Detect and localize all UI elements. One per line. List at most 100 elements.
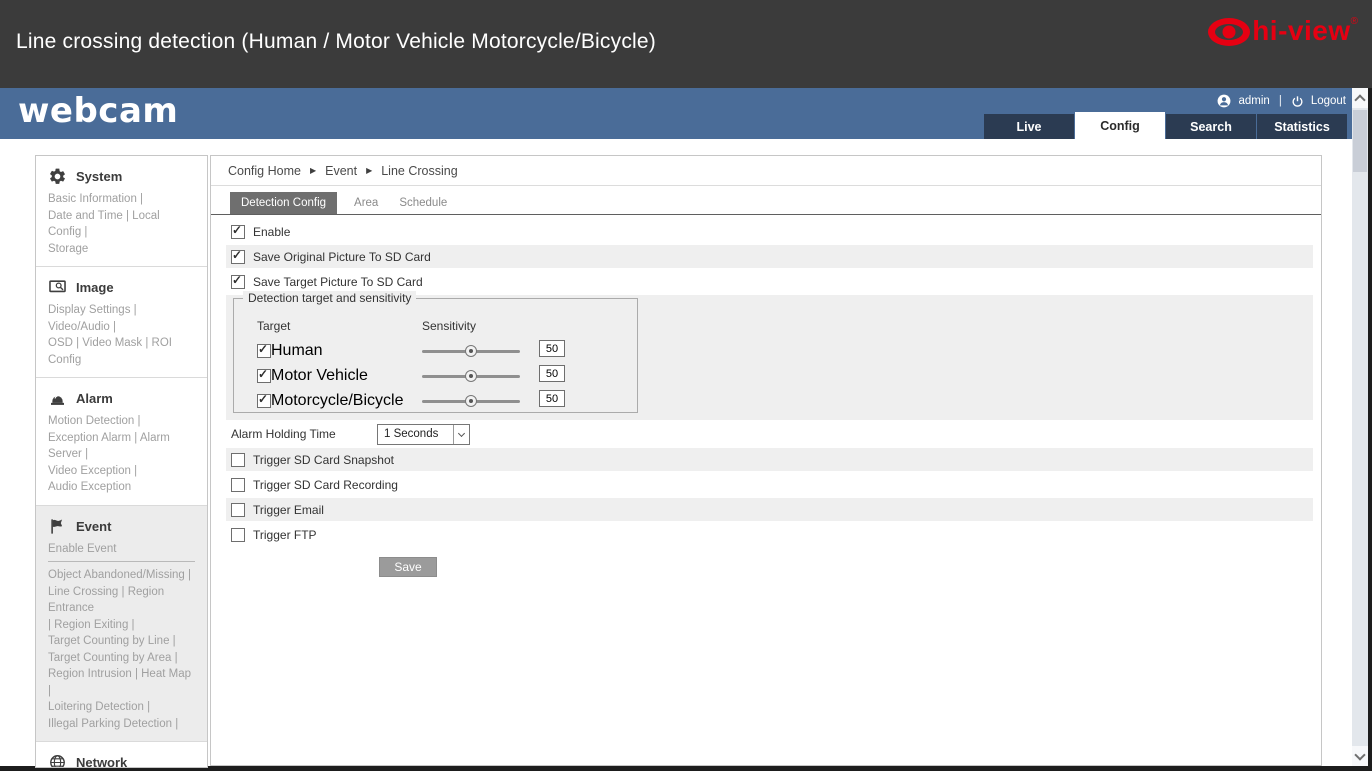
userbar-separator: | [1277,95,1284,107]
event-links-line[interactable]: Object Abandoned/Missing | [48,567,195,584]
system-links-line[interactable]: Date and Time | Local Config | [48,208,195,241]
event-section-title: Event [76,519,111,534]
detection-target-fieldset: Detection target and sensitivity Target … [233,298,638,413]
event-links-line[interactable]: Target Counting by Line | [48,633,195,650]
alarm-section-header: Alarm [48,389,195,408]
motor-vehicle-sensitivity-slider[interactable] [422,368,520,384]
enable-event-link[interactable]: Enable Event [48,541,195,558]
subtab-detection-config[interactable]: Detection Config [230,192,337,214]
slider-thumb[interactable] [465,370,477,382]
detection-target-legend: Detection target and sensitivity [243,291,416,305]
save-row: Save [211,557,1321,577]
breadcrumb-config-home[interactable]: Config Home [228,164,301,178]
trigger-sd-snapshot-row: Trigger SD Card Snapshot [226,448,1313,471]
page-title: Line crossing detection (Human / Motor V… [16,30,656,54]
human-sensitivity-input[interactable] [539,340,565,357]
tab-search[interactable]: Search [1166,114,1256,139]
motor-vehicle-sensitivity-input[interactable] [539,365,565,382]
registered-mark: ® [1351,16,1358,27]
save-original-picture-checkbox[interactable] [231,250,245,264]
system-links-line[interactable]: Basic Information | [48,191,195,208]
chevron-up-icon [1354,94,1365,105]
event-links-line[interactable]: Region Intrusion | Heat Map | [48,666,195,699]
sidebar-section-network: Network TCP/IP | Port | More... [36,742,207,768]
enable-label: Enable [253,225,290,239]
image-settings-icon [48,278,67,297]
image-links-line[interactable]: Display Settings | Video/Audio | [48,302,195,335]
trigger-sd-recording-label: Trigger SD Card Recording [253,478,398,492]
trigger-ftp-checkbox[interactable] [231,528,245,542]
motorcycle-bicycle-checkbox[interactable] [257,394,271,408]
main-nav-tabs: Live Config Search Statistics [984,114,1348,139]
motor-vehicle-checkbox[interactable] [257,369,271,383]
save-target-picture-checkbox[interactable] [231,275,245,289]
trigger-sd-snapshot-checkbox[interactable] [231,453,245,467]
scroll-down-button[interactable] [1352,746,1368,766]
motorcycle-bicycle-sensitivity-input[interactable] [539,390,565,407]
slider-thumb[interactable] [465,395,477,407]
select-dropdown-button[interactable] [453,425,469,444]
sidebar-section-image: Image Display Settings | Video/Audio | O… [36,267,207,378]
sensitivity-column-header: Sensitivity [422,319,476,333]
save-button[interactable]: Save [379,557,437,577]
user-bar: admin | Logout [1217,94,1346,108]
sidebar-section-system: System Basic Information | Date and Time… [36,156,207,267]
event-links-line[interactable]: | Region Exiting | [48,617,195,634]
window-right-edge [1368,88,1372,771]
image-links-line[interactable]: OSD | Video Mask | ROI Config [48,335,195,368]
breadcrumb-arrow-icon: ▶ [366,166,372,175]
alarm-links-line[interactable]: Exception Alarm | Alarm Server | [48,430,195,463]
detection-subtabs: Detection Config Area Schedule [211,192,1321,215]
alarm-holding-time-row: Alarm Holding Time 1 Seconds [226,422,1313,446]
scrollbar-thumb[interactable] [1353,110,1367,172]
alarm-holding-time-value: 1 Seconds [378,425,453,444]
trigger-email-label: Trigger Email [253,503,324,517]
trigger-email-checkbox[interactable] [231,503,245,517]
human-target-row: Human [257,343,323,359]
breadcrumb-event[interactable]: Event [325,164,357,178]
event-links-line[interactable]: Illegal Parking Detection | [48,716,195,733]
save-original-picture-label: Save Original Picture To SD Card [253,250,431,264]
motor-vehicle-label: Motor Vehicle [271,367,368,385]
alarm-holding-time-label: Alarm Holding Time [231,427,377,441]
tab-live[interactable]: Live [984,114,1074,139]
save-target-picture-row: Save Target Picture To SD Card [226,270,1313,293]
logout-button[interactable]: Logout [1311,95,1346,107]
breadcrumb: Config Home ▶ Event ▶ Line Crossing [211,156,1321,186]
event-links-line[interactable]: Line Crossing | Region Entrance [48,584,195,617]
enable-checkbox[interactable] [231,225,245,239]
subtab-schedule[interactable]: Schedule [395,192,451,214]
trigger-ftp-row: Trigger FTP [226,523,1313,546]
tab-config[interactable]: Config [1075,112,1165,139]
event-links-line[interactable]: Loitering Detection | [48,699,195,716]
network-section-title: Network [76,755,127,768]
human-sensitivity-slider[interactable] [422,343,520,359]
human-checkbox[interactable] [257,344,271,358]
vertical-scrollbar[interactable] [1352,88,1368,766]
app-header: webcam admin | Logout Live Config Search… [0,88,1372,139]
username: admin [1238,95,1269,107]
alarm-links-line[interactable]: Video Exception | [48,463,195,480]
motorcycle-bicycle-sensitivity-slider[interactable] [422,393,520,409]
enable-row: Enable [226,220,1313,243]
system-links-line[interactable]: Storage [48,241,195,258]
webcam-logo: webcam [18,91,178,131]
alarm-links-line[interactable]: Motion Detection | [48,413,195,430]
globe-icon [48,753,67,768]
chevron-down-icon [458,429,465,436]
alarm-holding-time-select[interactable]: 1 Seconds [377,424,470,445]
detection-target-block: Detection target and sensitivity Target … [226,295,1313,420]
motorcycle-bicycle-label: Motorcycle/Bicycle [271,392,403,410]
subtab-area[interactable]: Area [350,192,382,214]
event-links-line[interactable]: Target Counting by Area | [48,650,195,667]
tab-statistics[interactable]: Statistics [1257,114,1347,139]
power-icon [1291,95,1304,108]
slider-thumb[interactable] [465,345,477,357]
alarm-links-line[interactable]: Audio Exception [48,479,195,496]
alarm-section-title: Alarm [76,391,113,406]
sidebar-section-alarm: Alarm Motion Detection | Exception Alarm… [36,378,207,506]
settings-rows: Enable Save Original Picture To SD Card … [211,220,1321,577]
config-sidebar: System Basic Information | Date and Time… [35,155,208,768]
scroll-up-button[interactable] [1352,88,1368,108]
trigger-sd-recording-checkbox[interactable] [231,478,245,492]
